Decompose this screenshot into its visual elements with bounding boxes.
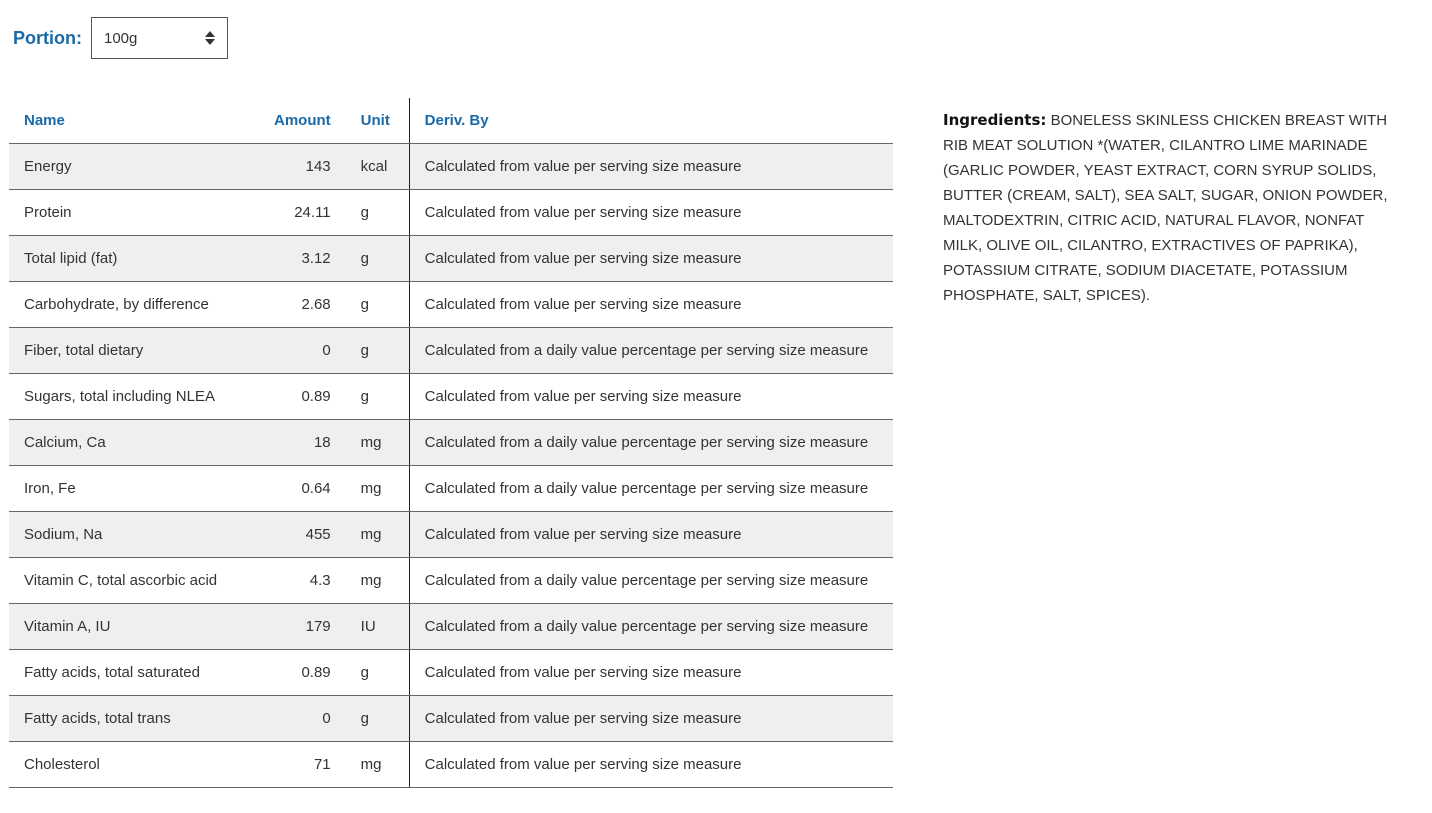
- cell-name: Fatty acids, total trans: [9, 695, 259, 742]
- table-row: Fiber, total dietary 0 g Calculated from a …: [9, 327, 893, 374]
- portion-select[interactable]: 100g: [91, 17, 228, 59]
- cell-deriv-by: Calculated from value per serving size m…: [408, 373, 893, 420]
- nutrient-table: Name Amount Unit Deriv. By Energy 143 kcal…: [9, 98, 893, 788]
- table-row: Iron, Fe 0.64 mg Calculated from a daily va…: [9, 465, 893, 512]
- cell-amount: 24.11: [259, 189, 346, 236]
- table-row: Total lipid (fat) 3.12 g Calculated from va…: [9, 235, 893, 282]
- cell-name: Calcium, Ca: [9, 419, 259, 466]
- cell-deriv-by: Calculated from value per serving size m…: [408, 189, 893, 236]
- cell-amount: 3.12: [259, 235, 346, 282]
- cell-name: Carbohydrate, by difference: [9, 281, 259, 328]
- cell-deriv-by: Calculated from value per serving size m…: [408, 143, 893, 190]
- table-row: Vitamin A, IU 179 IU Calculated from a dail…: [9, 603, 893, 650]
- cell-amount: 0.89: [259, 649, 346, 696]
- cell-deriv-by: Calculated from a daily value percentage…: [408, 327, 893, 374]
- cell-deriv-by: Calculated from a daily value percentage…: [408, 419, 893, 466]
- cell-deriv-by: Calculated from a daily value percentage…: [408, 557, 893, 604]
- ingredients-block: Ingredients: BONELESS SKINLESS CHICKEN B…: [943, 108, 1403, 308]
- table-row: Energy 143 kcal Calculated from value per s…: [9, 143, 893, 190]
- cell-amount: 18: [259, 419, 346, 466]
- cell-name: Sodium, Na: [9, 511, 259, 558]
- cell-deriv-by: Calculated from value per serving size m…: [408, 511, 893, 558]
- header-name: Name: [9, 98, 259, 144]
- cell-amount: 143: [259, 143, 346, 190]
- cell-unit: kcal: [345, 143, 410, 190]
- table-row: Calcium, Ca 18 mg Calculated from a daily v…: [9, 419, 893, 466]
- cell-amount: 0.64: [259, 465, 346, 512]
- portion-selected-value: 100g: [104, 29, 138, 47]
- portion-label: Portion:: [13, 27, 82, 48]
- cell-deriv-by: Calculated from value per serving size m…: [408, 695, 893, 742]
- cell-name: Cholesterol: [9, 741, 259, 788]
- portion-control: Portion: 100g: [13, 17, 228, 59]
- cell-name: Fatty acids, total saturated: [9, 649, 259, 696]
- table-row: Fatty acids, total saturated 0.89 g Calcula…: [9, 649, 893, 696]
- cell-name: Vitamin A, IU: [9, 603, 259, 650]
- cell-amount: 0: [259, 695, 346, 742]
- header-deriv-by: Deriv. By: [408, 98, 893, 144]
- table-row: Sugars, total including NLEA 0.89 g Calcula…: [9, 373, 893, 420]
- cell-unit: g: [345, 189, 410, 236]
- cell-unit: g: [345, 695, 410, 742]
- table-row: Carbohydrate, by difference 2.68 g Calculat…: [9, 281, 893, 328]
- cell-unit: mg: [345, 741, 410, 788]
- cell-name: Energy: [9, 143, 259, 190]
- cell-deriv-by: Calculated from a daily value percentage…: [408, 465, 893, 512]
- cell-deriv-by: Calculated from value per serving size m…: [408, 281, 893, 328]
- cell-name: Protein: [9, 189, 259, 236]
- cell-unit: IU: [345, 603, 410, 650]
- header-unit: Unit: [345, 98, 410, 144]
- table-header-row: Name Amount Unit Deriv. By: [9, 98, 893, 144]
- cell-unit: mg: [345, 419, 410, 466]
- cell-unit: g: [345, 235, 410, 282]
- cell-unit: mg: [345, 557, 410, 604]
- table-row: Protein 24.11 g Calculated from value per s…: [9, 189, 893, 236]
- table-row: Vitamin C, total ascorbic acid 4.3 mg Calcu…: [9, 557, 893, 604]
- cell-unit: g: [345, 649, 410, 696]
- table-row: Sodium, Na 455 mg Calculated from value per…: [9, 511, 893, 558]
- cell-amount: 179: [259, 603, 346, 650]
- cell-unit: g: [345, 281, 410, 328]
- cell-amount: 2.68: [259, 281, 346, 328]
- ingredients-text: BONELESS SKINLESS CHICKEN BREAST WITH RI…: [943, 112, 1388, 304]
- cell-amount: 4.3: [259, 557, 346, 604]
- cell-name: Fiber, total dietary: [9, 327, 259, 374]
- cell-unit: mg: [345, 465, 410, 512]
- cell-deriv-by: Calculated from value per serving size m…: [408, 741, 893, 788]
- cell-unit: g: [345, 373, 410, 420]
- header-amount: Amount: [259, 98, 346, 144]
- cell-unit: g: [345, 327, 410, 374]
- cell-deriv-by: Calculated from value per serving size m…: [408, 649, 893, 696]
- table-row: Cholesterol 71 mg Calculated from value per…: [9, 741, 893, 788]
- cell-unit: mg: [345, 511, 410, 558]
- cell-amount: 71: [259, 741, 346, 788]
- cell-name: Total lipid (fat): [9, 235, 259, 282]
- cell-deriv-by: Calculated from a daily value percentage…: [408, 603, 893, 650]
- cell-amount: 0.89: [259, 373, 346, 420]
- cell-name: Sugars, total including NLEA: [9, 373, 259, 420]
- table-row: Fatty acids, total trans 0 g Calculated fro…: [9, 695, 893, 742]
- ingredients-label: Ingredients:: [943, 111, 1047, 129]
- cell-name: Iron, Fe: [9, 465, 259, 512]
- cell-amount: 455: [259, 511, 346, 558]
- cell-name: Vitamin C, total ascorbic acid: [9, 557, 259, 604]
- cell-deriv-by: Calculated from value per serving size m…: [408, 235, 893, 282]
- cell-amount: 0: [259, 327, 346, 374]
- sort-updown-icon: [205, 31, 215, 45]
